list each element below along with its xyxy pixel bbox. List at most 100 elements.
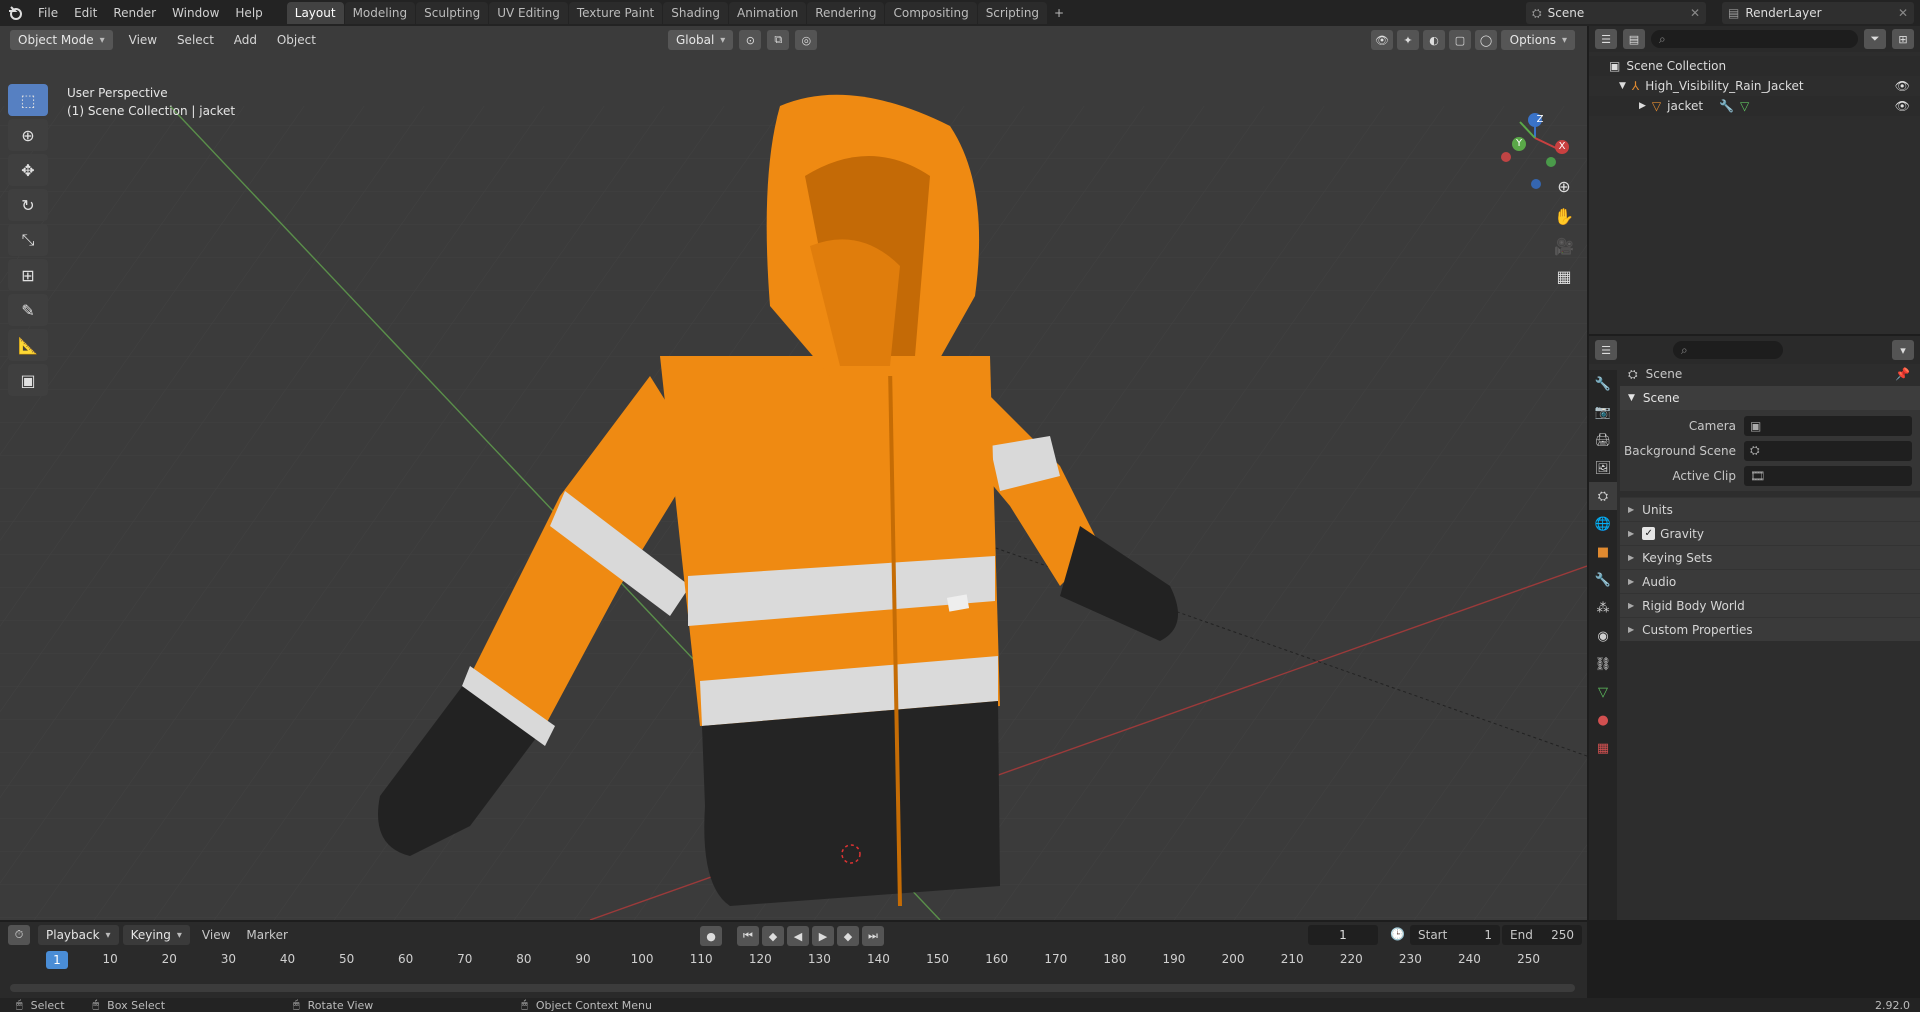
viewport-menu-select[interactable]: Select	[177, 33, 214, 47]
texture-tab-icon[interactable]: ▦	[1589, 734, 1617, 762]
tab-sculpting[interactable]: Sculpting	[416, 2, 489, 24]
expand-arrow-icon[interactable]: ▼	[1619, 81, 1626, 91]
properties-editor-icon[interactable]: ☰	[1595, 340, 1617, 360]
pin-icon[interactable]: 📌	[1895, 367, 1910, 381]
expand-arrow-icon[interactable]: ▶	[1639, 101, 1646, 111]
background-scene-field[interactable]: ⛭	[1744, 440, 1912, 461]
gravity-panel[interactable]: ▶ ✓ Gravity	[1620, 521, 1920, 545]
visibility-eye-icon[interactable]: 👁	[1895, 99, 1910, 113]
blender-logo-icon[interactable]	[0, 0, 30, 26]
tab-scripting[interactable]: Scripting	[977, 2, 1048, 24]
annotate-tool-icon[interactable]: ✎	[8, 294, 48, 326]
render-properties-tab-icon[interactable]: 📷	[1589, 398, 1617, 426]
rotate-tool-icon[interactable]: ↻	[8, 189, 48, 221]
view-layer-selector[interactable]: ▤ RenderLayer ✕	[1722, 2, 1914, 24]
outliner-search-input[interactable]: ⌕	[1651, 30, 1858, 48]
playback-dropdown[interactable]: Playback	[38, 925, 119, 945]
camera-view-icon[interactable]: 🎥	[1549, 231, 1579, 261]
outliner-scene-collection[interactable]: ▣ Scene Collection	[1589, 56, 1920, 76]
menu-file[interactable]: File	[30, 0, 66, 26]
xray-icon[interactable]: ▢	[1449, 30, 1471, 50]
add-cube-tool-icon[interactable]: ▣	[8, 364, 48, 396]
world-properties-tab-icon[interactable]: 🌐	[1589, 510, 1617, 538]
units-panel[interactable]: ▶ Units	[1620, 497, 1920, 521]
play-reverse-icon[interactable]: ◀	[787, 926, 809, 946]
outliner-editor-icon[interactable]: ☰	[1595, 29, 1617, 49]
tab-compositing[interactable]: Compositing	[885, 2, 977, 24]
keying-sets-panel[interactable]: ▶ Keying Sets	[1620, 545, 1920, 569]
record-icon[interactable]: ●	[700, 926, 722, 946]
jump-end-icon[interactable]: ⏭	[862, 926, 884, 946]
transform-tool-icon[interactable]: ⊞	[8, 259, 48, 291]
tool-properties-tab-icon[interactable]: 🔧	[1589, 370, 1617, 398]
scene-section-header[interactable]: ▼ Scene	[1620, 386, 1920, 410]
physics-tab-icon[interactable]: ◉	[1589, 622, 1617, 650]
menu-edit[interactable]: Edit	[66, 0, 105, 26]
modifier-properties-tab-icon[interactable]: 🔧	[1589, 566, 1617, 594]
viewport-menu-object[interactable]: Object	[277, 33, 316, 47]
tab-animation[interactable]: Animation	[729, 2, 807, 24]
new-collection-icon[interactable]: ⊞	[1892, 29, 1914, 49]
output-properties-tab-icon[interactable]: 🖨	[1589, 426, 1617, 454]
wireframe-shading-icon[interactable]: ◯	[1475, 30, 1497, 50]
frame-ruler[interactable]: 1 10 20 30 40 50 60 70 80 90 100 110 120 130 140 150 16…	[0, 948, 1587, 974]
current-frame-field[interactable]: 1	[1308, 925, 1378, 945]
audio-panel[interactable]: ▶ Audio	[1620, 569, 1920, 593]
start-frame-field[interactable]: Start 1	[1410, 925, 1500, 945]
tab-modeling[interactable]: Modeling	[344, 2, 416, 24]
visibility-eye-icon[interactable]: 👁	[1895, 79, 1910, 93]
keying-dropdown[interactable]: Keying	[122, 925, 190, 945]
options-button[interactable]: Options	[1501, 30, 1575, 50]
timeline-scrollbar[interactable]	[10, 984, 1575, 992]
cursor-tool-icon[interactable]: ⊕	[8, 119, 48, 151]
camera-field[interactable]: ▣	[1744, 415, 1912, 436]
particles-tab-icon[interactable]: ⁂	[1589, 594, 1617, 622]
display-mode-icon[interactable]: ▤	[1623, 29, 1645, 49]
snap-icon[interactable]: ⧉	[767, 30, 790, 50]
scale-tool-icon[interactable]: ⤡	[8, 224, 48, 256]
tab-shading[interactable]: Shading	[663, 2, 728, 24]
mode-dropdown[interactable]: Object Mode	[10, 30, 113, 50]
jump-keyframe-forward-icon[interactable]: ◆	[837, 926, 859, 946]
tab-layout[interactable]: Layout	[286, 2, 344, 24]
properties-search-input[interactable]: ⌕	[1673, 341, 1783, 359]
add-workspace-icon[interactable]: +	[1048, 2, 1070, 24]
proportional-edit-icon[interactable]: ◎	[795, 30, 818, 50]
outliner-item-jacket-mesh[interactable]: ▶ ▽ jacket 🔧 ▽ 👁	[1589, 96, 1920, 116]
timeline-editor-icon[interactable]: ⏱	[8, 925, 30, 945]
gravity-checkbox[interactable]: ✓	[1642, 527, 1656, 540]
view-layer-close-icon[interactable]: ✕	[1898, 6, 1908, 20]
menu-help[interactable]: Help	[227, 0, 270, 26]
visibility-icon[interactable]: 👁	[1371, 30, 1393, 50]
ortho-grid-icon[interactable]: ▦	[1549, 261, 1579, 291]
measure-tool-icon[interactable]: 📐	[8, 329, 48, 361]
select-box-tool-icon[interactable]: ⬚	[8, 84, 48, 116]
tab-rendering[interactable]: Rendering	[807, 2, 885, 24]
menu-render[interactable]: Render	[105, 0, 164, 26]
3d-viewport[interactable]: Z X Y Object Mode View Select Add Object…	[0, 26, 1587, 920]
timeline-menu-view[interactable]: View	[202, 928, 230, 942]
outliner-item-jacket-collection[interactable]: ▼ ⅄ High_Visibility_Rain_Jacket 👁	[1589, 76, 1920, 96]
data-tab-icon[interactable]: ▽	[1589, 678, 1617, 706]
view-layer-tab-icon[interactable]: 🖼	[1589, 454, 1617, 482]
overlay-icon[interactable]: ◐	[1423, 30, 1445, 50]
material-tab-icon[interactable]: ●	[1589, 706, 1617, 734]
clock-icon[interactable]: 🕒	[1390, 927, 1405, 941]
active-clip-field[interactable]: 🎞	[1744, 465, 1912, 486]
scene-close-icon[interactable]: ✕	[1690, 6, 1700, 20]
end-frame-field[interactable]: End 250	[1502, 925, 1582, 945]
constraints-tab-icon[interactable]: ⛓	[1589, 650, 1617, 678]
orientation-dropdown[interactable]: Global	[668, 30, 734, 50]
scene-properties-tab-icon[interactable]: ⛭	[1589, 482, 1617, 510]
tab-uv-editing[interactable]: UV Editing	[489, 2, 568, 24]
scene-selector[interactable]: ⛭ Scene ✕	[1526, 2, 1706, 24]
jump-start-icon[interactable]: ⏮	[737, 926, 759, 946]
pivot-icon[interactable]: ⊙	[739, 30, 762, 50]
custom-properties-panel[interactable]: ▶ Custom Properties	[1620, 617, 1920, 641]
pan-hand-icon[interactable]: ✋	[1549, 201, 1579, 231]
jump-keyframe-back-icon[interactable]: ◆	[762, 926, 784, 946]
menu-window[interactable]: Window	[164, 0, 227, 26]
timeline-menu-marker[interactable]: Marker	[246, 928, 287, 942]
gizmo-toggle-icon[interactable]: ✦	[1397, 30, 1419, 50]
viewport-menu-view[interactable]: View	[129, 33, 157, 47]
